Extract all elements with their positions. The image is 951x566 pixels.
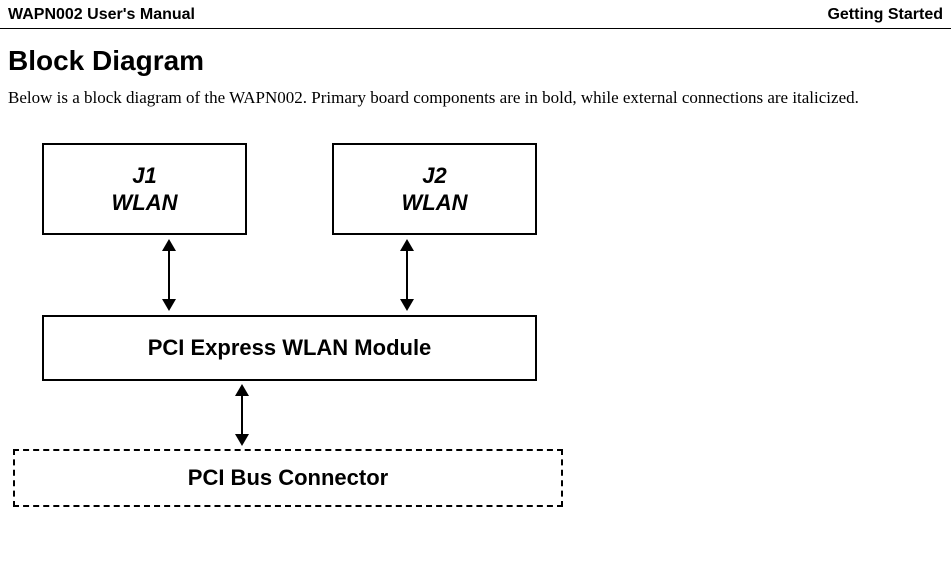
block-j1-wlan: J1 WLAN [42,143,247,235]
arrow-line [406,251,409,299]
arrow-head-down-icon [235,434,249,446]
block-j2-label-line2: WLAN [402,189,468,217]
header-left-text: WAPN002 User's Manual [8,6,195,24]
arrow-head-down-icon [400,299,414,311]
arrow-head-down-icon [162,299,176,311]
arrow-line [241,396,244,434]
block-pci-bus-connector: PCI Bus Connector [13,449,563,507]
page-content: Block Diagram Below is a block diagram o… [0,29,951,517]
arrow-head-up-icon [400,239,414,251]
page-header: WAPN002 User's Manual Getting Started [0,0,951,29]
section-body-text: Below is a block diagram of the WAPN002.… [8,87,943,109]
block-pci-express-label: PCI Express WLAN Module [148,334,432,362]
block-pci-express-module: PCI Express WLAN Module [42,315,537,381]
block-j2-label-line1: J2 [422,162,446,190]
block-j2-wlan: J2 WLAN [332,143,537,235]
block-diagram: J1 WLAN J2 WLAN PCI Express WLAN Module … [10,139,570,509]
arrow-head-up-icon [235,384,249,396]
arrow-j1-to-module [162,239,176,311]
arrow-line [168,251,171,299]
arrow-j2-to-module [400,239,414,311]
section-title: Block Diagram [8,45,943,77]
block-pci-bus-label: PCI Bus Connector [188,464,388,492]
arrow-module-to-bus [235,384,249,446]
block-j1-label-line2: WLAN [112,189,178,217]
block-j1-label-line1: J1 [132,162,156,190]
arrow-head-up-icon [162,239,176,251]
header-right-text: Getting Started [827,6,943,24]
